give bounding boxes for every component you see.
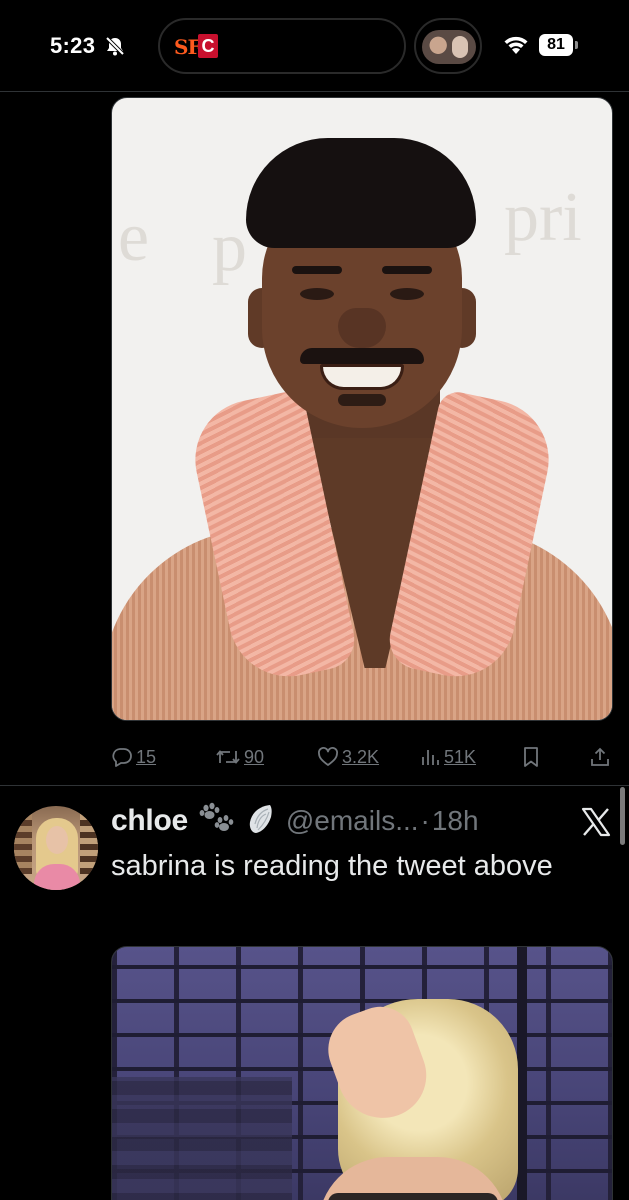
divider (0, 91, 629, 92)
like-count: 3.2K (342, 746, 380, 767)
eyebrow-left (292, 266, 342, 274)
scrollbar[interactable] (620, 787, 625, 845)
eyebrow-right (382, 266, 432, 274)
repost-icon (216, 750, 240, 764)
tweet-divider (0, 785, 629, 786)
sf-giants-logo: SF (174, 35, 202, 59)
dynamic-island-media[interactable] (414, 18, 482, 74)
avatar-background (80, 814, 98, 874)
image-clothing (328, 1193, 498, 1200)
paw-prints-emoji (198, 802, 236, 841)
live-activity-thumbnail (422, 30, 476, 64)
avatar-face (46, 826, 68, 854)
tweet-image-woman-looking-up[interactable] (111, 946, 613, 1200)
view-count: 51K (444, 746, 477, 767)
avatar-dress (34, 864, 80, 890)
background-logo-text: pri (504, 179, 582, 256)
mustache (300, 348, 424, 364)
hair (246, 138, 476, 248)
share-button[interactable] (589, 744, 611, 770)
smile (320, 364, 404, 390)
wifi-icon (502, 34, 530, 61)
background-logo-text: e (118, 199, 150, 276)
avatar-background (14, 814, 32, 874)
background-logo-text: p (212, 209, 247, 286)
nose (338, 308, 386, 348)
like-button[interactable]: 3.2K (317, 744, 379, 770)
image-background (112, 1077, 292, 1200)
tweet-header: chloe @emails... · 18h (111, 802, 581, 841)
tweet-text: sabrina is reading the tweet above (111, 850, 553, 882)
author-name[interactable]: chloe (111, 804, 188, 838)
views-button[interactable]: 51K (419, 744, 476, 770)
tweet-action-bar: 15 90 3.2K 51K (111, 740, 611, 774)
eye-left (300, 288, 334, 300)
beard (338, 394, 386, 406)
status-bar: 5:23 SF C 81 (0, 0, 629, 92)
bookmark-button[interactable] (521, 744, 541, 770)
separator-dot: · (420, 805, 430, 836)
reply-count: 15 (136, 746, 157, 767)
bell-slash-icon (104, 35, 126, 62)
views-chart-icon (422, 750, 439, 765)
repost-button[interactable]: 90 (215, 744, 264, 770)
avatar[interactable] (14, 806, 98, 890)
share-icon (591, 747, 609, 766)
x-logo-icon[interactable] (580, 806, 612, 838)
image-background (517, 947, 527, 1200)
cleveland-c-logo: C (198, 34, 218, 58)
status-time: 5:23 (50, 33, 96, 58)
tweet-image-man-smiling[interactable]: e p pri (111, 97, 613, 721)
reply-icon (112, 748, 132, 767)
reply-button[interactable]: 15 (111, 744, 156, 770)
repost-count: 90 (244, 746, 265, 767)
dynamic-island-live-activity[interactable]: SF C (158, 18, 406, 74)
bookmark-icon (524, 747, 538, 767)
eye-right (390, 288, 424, 300)
author-handle[interactable]: @emails... (286, 805, 419, 837)
heart-icon (318, 747, 338, 766)
wing-emoji (246, 802, 274, 841)
tweet-timestamp[interactable]: 18h (432, 805, 479, 837)
battery-icon: 81 (539, 34, 578, 56)
